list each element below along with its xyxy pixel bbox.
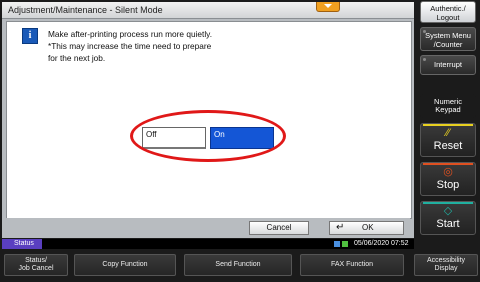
- start-button[interactable]: ◇ Start: [420, 201, 476, 235]
- numeric-keypad-button[interactable]: Numeric Keypad: [420, 94, 476, 118]
- collapse-tab-icon[interactable]: [316, 2, 340, 12]
- button-label: Logout: [436, 13, 460, 22]
- button-label: /Counter: [433, 40, 463, 49]
- status-job-cancel-button[interactable]: Status/ Job Cancel: [4, 254, 68, 276]
- on-label: On: [214, 130, 225, 139]
- send-function-button[interactable]: Send Function: [184, 254, 292, 276]
- message-line: for the next job.: [48, 53, 106, 63]
- status-bar: Status 05/06/2020 07:52: [2, 239, 414, 249]
- ok-label: OK: [362, 223, 374, 232]
- title-bar: Adjustment/Maintenance - Silent Mode: [2, 2, 414, 19]
- message-text: Make after-printing process run more qui…: [48, 28, 212, 64]
- reset-label: Reset: [433, 140, 463, 152]
- stop-button[interactable]: ◎ Stop: [420, 162, 476, 196]
- off-button[interactable]: Off: [142, 127, 206, 149]
- start-label: Start: [436, 218, 460, 230]
- stop-accent-bar: [423, 163, 473, 165]
- button-label: System Menu: [425, 31, 471, 40]
- network-icon: [334, 241, 340, 247]
- status-label[interactable]: Status: [2, 239, 42, 249]
- cancel-button[interactable]: Cancel: [249, 221, 309, 235]
- reset-icon: ⁄⁄: [446, 127, 450, 139]
- stop-icon: ◎: [443, 166, 453, 178]
- enter-icon: ↵: [336, 222, 345, 233]
- button-label: Authentic./: [430, 4, 466, 13]
- message-line: *This may increase the time need to prep…: [48, 41, 212, 51]
- accessibility-display-button[interactable]: Accessibility Display: [414, 254, 478, 276]
- message-line: Make after-printing process run more qui…: [48, 29, 213, 39]
- start-icon: ◇: [443, 205, 453, 217]
- info-icon: i: [22, 28, 38, 44]
- toner-icon: [342, 241, 348, 247]
- indicator-led: [423, 58, 426, 61]
- reset-accent-bar: [423, 124, 473, 126]
- reset-button[interactable]: ⁄⁄ Reset: [420, 123, 476, 157]
- system-menu-counter-button[interactable]: System Menu /Counter: [420, 27, 476, 51]
- page-title: Adjustment/Maintenance - Silent Mode: [8, 5, 163, 15]
- indicator-led: [423, 30, 426, 33]
- button-label: Status/: [25, 257, 47, 264]
- stop-label: Stop: [436, 179, 460, 191]
- copy-function-button[interactable]: Copy Function: [74, 254, 176, 276]
- on-button[interactable]: On: [210, 127, 274, 149]
- button-label: Display: [434, 265, 458, 272]
- interrupt-button[interactable]: Interrupt: [420, 55, 476, 75]
- off-label: Off: [146, 130, 157, 139]
- datetime: 05/06/2020 07:52: [354, 240, 409, 247]
- fax-function-button[interactable]: FAX Function: [300, 254, 404, 276]
- button-label: Keypad: [435, 105, 461, 114]
- authentication-logout-button[interactable]: Authentic./ Logout: [420, 1, 476, 23]
- start-accent-bar: [423, 202, 473, 204]
- button-label: Accessibility: [426, 257, 466, 264]
- ok-button[interactable]: ↵ OK: [329, 221, 404, 235]
- touch-screen: Adjustment/Maintenance - Silent Mode i M…: [2, 2, 414, 238]
- button-label: Job Cancel: [18, 265, 54, 272]
